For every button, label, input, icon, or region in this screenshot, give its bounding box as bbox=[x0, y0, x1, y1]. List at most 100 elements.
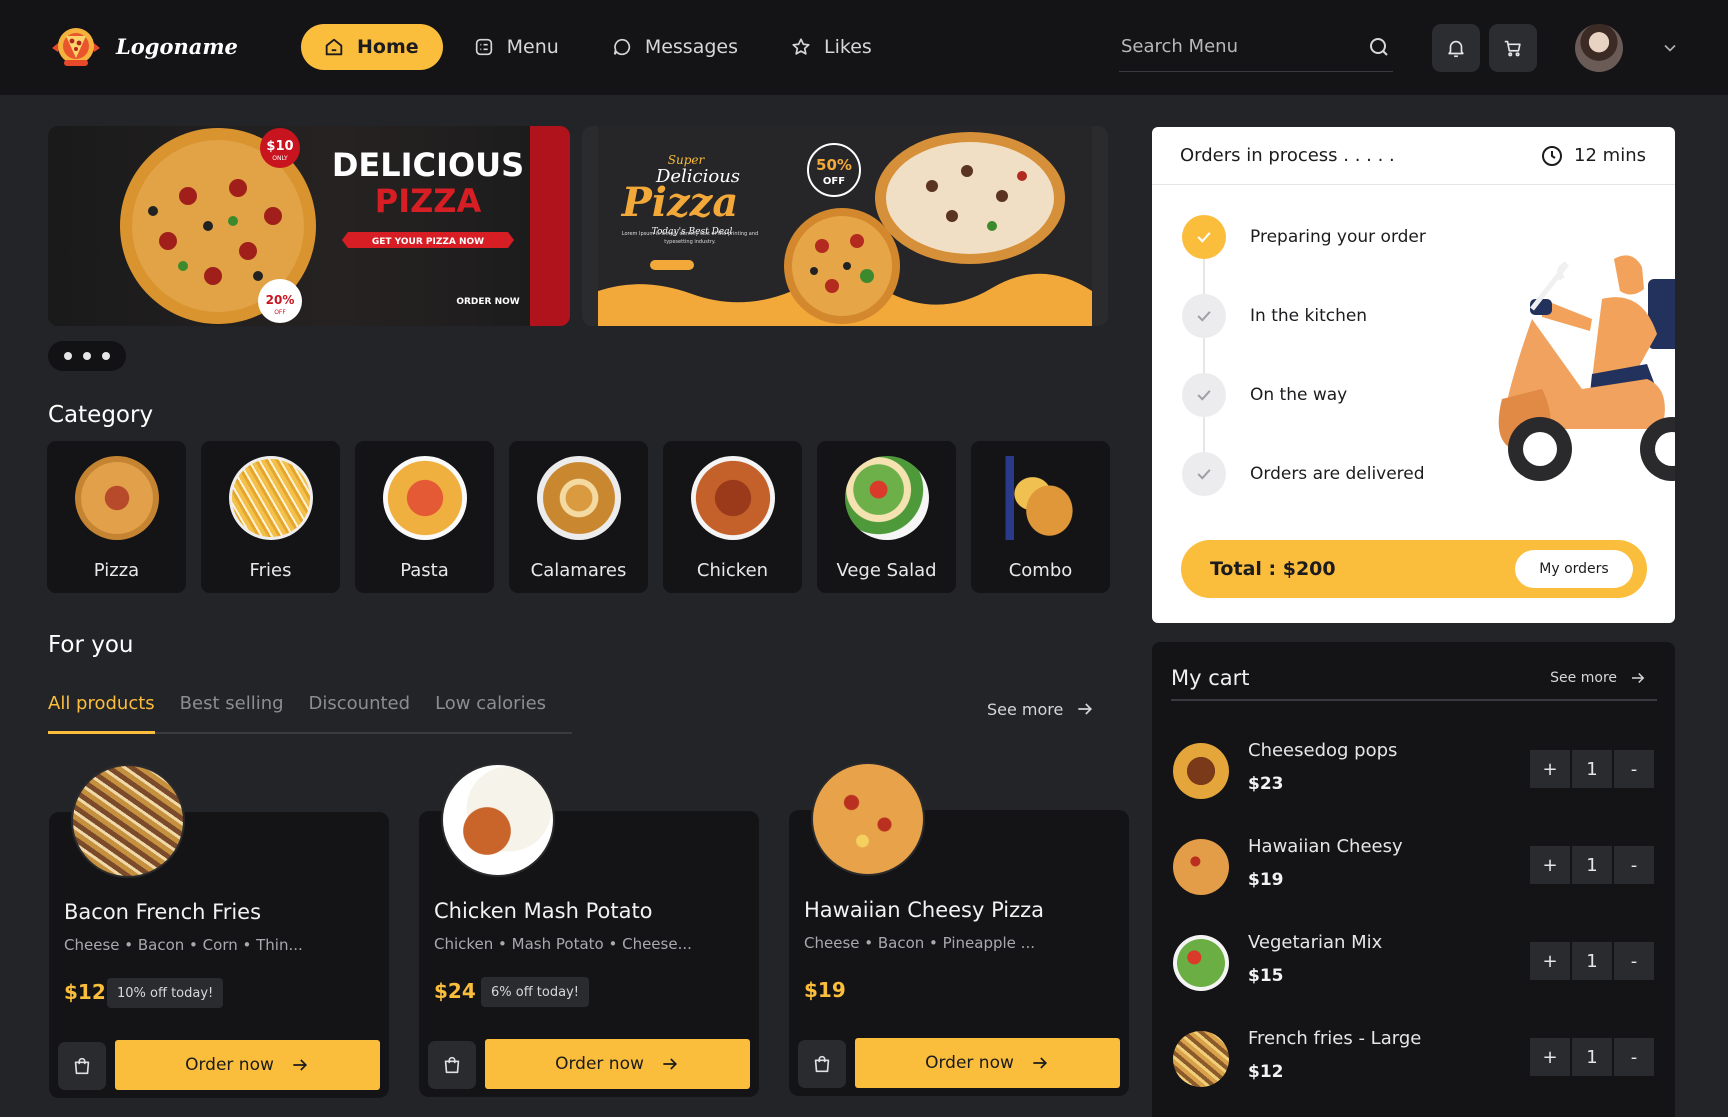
notifications-button[interactable] bbox=[1432, 24, 1480, 72]
nav-home[interactable]: Home bbox=[301, 24, 443, 70]
category-label: Calamares bbox=[530, 560, 627, 581]
shopping-bag-icon bbox=[74, 1057, 90, 1075]
user-avatar[interactable] bbox=[1575, 24, 1623, 72]
banner2-line3: Pizza bbox=[621, 179, 739, 226]
tab-all-products[interactable]: All products bbox=[48, 693, 155, 734]
category-combo[interactable]: Combo bbox=[971, 441, 1110, 593]
quantity-stepper: + 1 - bbox=[1530, 1038, 1654, 1076]
product-price: $24 bbox=[434, 979, 476, 1003]
quantity-stepper: + 1 - bbox=[1530, 846, 1654, 884]
quantity-value: 1 bbox=[1572, 942, 1612, 980]
chevron-down-icon[interactable] bbox=[1660, 38, 1680, 58]
quantity-increase-button[interactable]: + bbox=[1530, 942, 1570, 980]
banner-order-text: ORDER NOW bbox=[456, 297, 519, 307]
tab-best-selling[interactable]: Best selling bbox=[180, 693, 284, 732]
product-name: Hawaiian Cheesy Pizza bbox=[804, 898, 1045, 922]
see-more-label: See more bbox=[987, 699, 1064, 719]
logo-text: Logoname bbox=[116, 33, 238, 59]
my-orders-button[interactable]: My orders bbox=[1515, 550, 1633, 588]
step-check-icon bbox=[1182, 373, 1226, 417]
tab-low-calories[interactable]: Low calories bbox=[435, 693, 546, 732]
carousel-dots[interactable] bbox=[48, 341, 126, 371]
orders-in-process-panel: Orders in process . . . . . 12 mins Prep… bbox=[1152, 127, 1675, 623]
top-navbar: Logoname Home Menu Messages Likes bbox=[0, 0, 1728, 95]
see-more-label: See more bbox=[1550, 670, 1617, 686]
carousel-dot[interactable] bbox=[102, 352, 110, 360]
promo-banner-delicious-pizza[interactable]: $10 ONLY 20% OFF DELICIOUS PIZZA GET YOU… bbox=[48, 126, 570, 326]
quantity-increase-button[interactable]: + bbox=[1530, 750, 1570, 788]
orders-title: Orders in process . . . . . bbox=[1180, 145, 1395, 166]
order-total: Total : $200 bbox=[1210, 558, 1336, 580]
category-pizza[interactable]: Pizza bbox=[47, 441, 186, 593]
quantity-decrease-button[interactable]: - bbox=[1614, 750, 1654, 788]
product-card: Hawaiian Cheesy Pizza Cheese • Bacon • P… bbox=[789, 762, 1129, 1096]
cart-item-price: $23 bbox=[1248, 774, 1284, 794]
quantity-decrease-button[interactable]: - bbox=[1614, 846, 1654, 884]
product-card: Bacon French Fries Cheese • Bacon • Corn… bbox=[49, 764, 389, 1098]
nav-menu[interactable]: Menu bbox=[451, 24, 581, 70]
product-price: $19 bbox=[804, 978, 846, 1002]
step-on-the-way: On the way bbox=[1182, 373, 1426, 417]
search-icon[interactable] bbox=[1367, 35, 1391, 59]
order-now-button[interactable]: Order now bbox=[115, 1040, 380, 1090]
promo-banner-super-delicious[interactable]: Super Delicious Pizza Today's Best Deal … bbox=[582, 126, 1108, 326]
category-chicken[interactable]: Chicken bbox=[663, 441, 802, 593]
category-label: Pasta bbox=[400, 560, 449, 581]
nav-messages[interactable]: Messages bbox=[589, 24, 760, 70]
add-to-bag-button[interactable] bbox=[798, 1040, 846, 1088]
price-tag-text: $10 bbox=[266, 139, 293, 154]
step-label: Preparing your order bbox=[1250, 227, 1426, 247]
product-desc: Cheese • Bacon • Pineapple ... bbox=[804, 934, 1035, 952]
nav-likes[interactable]: Likes bbox=[768, 24, 894, 70]
clock-icon bbox=[1542, 145, 1563, 166]
quantity-increase-button[interactable]: + bbox=[1530, 846, 1570, 884]
category-fries[interactable]: Fries bbox=[201, 441, 340, 593]
quantity-decrease-button[interactable]: - bbox=[1614, 942, 1654, 980]
cart-button[interactable] bbox=[1489, 24, 1537, 72]
menu-icon bbox=[475, 38, 492, 56]
cart-item-price: $19 bbox=[1248, 870, 1284, 890]
banner-headline-2: PIZZA bbox=[375, 182, 482, 220]
add-to-bag-button[interactable] bbox=[58, 1042, 106, 1090]
logo[interactable]: Logoname bbox=[48, 22, 238, 70]
main-nav: Home Menu Messages Likes bbox=[301, 24, 894, 70]
order-now-button[interactable]: Order now bbox=[485, 1039, 750, 1089]
carousel-dot[interactable] bbox=[83, 352, 91, 360]
add-to-bag-button[interactable] bbox=[428, 1041, 476, 1089]
discount-text: 20% bbox=[266, 293, 295, 307]
my-cart-panel: My cart See more Cheesedog pops $23 + 1 … bbox=[1152, 642, 1675, 1117]
step-label: In the kitchen bbox=[1250, 306, 1368, 326]
for-you-title: For you bbox=[48, 632, 134, 658]
category-title: Category bbox=[48, 402, 154, 428]
banner2-discount: 50% bbox=[816, 156, 852, 174]
quantity-decrease-button[interactable]: - bbox=[1614, 1038, 1654, 1076]
cart-see-more[interactable]: See more bbox=[1550, 669, 1647, 687]
quantity-increase-button[interactable]: + bbox=[1530, 1038, 1570, 1076]
search-bar bbox=[1119, 22, 1393, 72]
for-you-see-more[interactable]: See more bbox=[987, 699, 1095, 719]
eta-value: 12 mins bbox=[1574, 145, 1646, 166]
category-calamares[interactable]: Calamares bbox=[509, 441, 648, 593]
cart-item-name: French fries - Large bbox=[1248, 1028, 1422, 1049]
order-steps: Preparing your order In the kitchen On t… bbox=[1182, 215, 1426, 531]
step-label: Orders are delivered bbox=[1250, 464, 1425, 484]
quantity-stepper: + 1 - bbox=[1530, 750, 1654, 788]
chicken-image bbox=[690, 456, 775, 540]
product-name: Bacon French Fries bbox=[64, 900, 262, 924]
category-pasta[interactable]: Pasta bbox=[355, 441, 494, 593]
search-input[interactable] bbox=[1121, 36, 1341, 57]
pasta-image bbox=[382, 456, 467, 540]
shopping-bag-icon bbox=[814, 1055, 830, 1073]
product-desc: Chicken • Mash Potato • Cheese... bbox=[434, 935, 692, 953]
calamares-image bbox=[536, 456, 621, 540]
product-card: Chicken Mash Potato Chicken • Mash Potat… bbox=[419, 763, 759, 1097]
carousel-dot[interactable] bbox=[64, 352, 72, 360]
product-price: $12 bbox=[64, 980, 106, 1004]
tab-discounted[interactable]: Discounted bbox=[309, 693, 411, 732]
bell-icon bbox=[1448, 40, 1464, 58]
order-now-button[interactable]: Order now bbox=[855, 1038, 1120, 1088]
category-vege-salad[interactable]: Vege Salad bbox=[817, 441, 956, 593]
quantity-stepper: + 1 - bbox=[1530, 942, 1654, 980]
category-list: Pizza Fries Pasta Calamares Chicken Vege… bbox=[47, 441, 1110, 593]
combo-image bbox=[998, 456, 1083, 540]
